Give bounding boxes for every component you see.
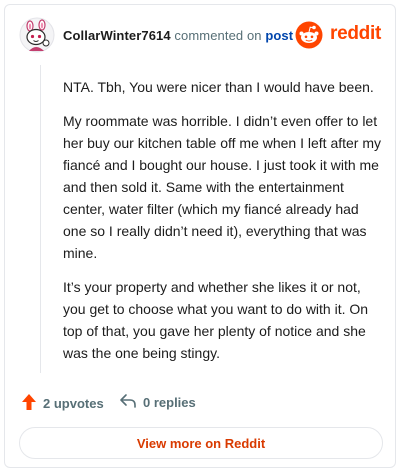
comment-header: CollarWinter7614 commented on post reddi (19, 17, 381, 57)
view-more-button[interactable]: View more on Reddit (19, 427, 383, 459)
comment-paragraph: My roommate was horrible. I didn’t even … (63, 113, 382, 261)
thread-line (40, 65, 41, 373)
reply-count: 0 replies (143, 395, 196, 410)
upvote-count: 2 upvotes (43, 396, 104, 411)
username-link[interactable]: CollarWinter7614 (63, 28, 171, 43)
embedded-comment-card: CollarWinter7614 commented on post reddi (4, 4, 396, 468)
comment-body: NTA. Tbh, You were nicer than I would ha… (63, 76, 381, 376)
comment-actions: 2 upvotes 0 replies (19, 393, 381, 415)
reddit-logo-icon (295, 21, 323, 49)
reddit-wordmark: reddit (330, 23, 381, 44)
comment-paragraph: NTA. Tbh, You were nicer than I would ha… (63, 79, 374, 95)
comment-meta: CollarWinter7614 commented on post (63, 28, 293, 43)
comment-paragraph: It’s your property and whether she likes… (63, 279, 369, 361)
reply-button[interactable]: 0 replies (119, 393, 196, 412)
upvote-button[interactable]: 2 upvotes (21, 393, 104, 414)
post-link[interactable]: post (265, 28, 293, 43)
snoo-avatar-icon[interactable] (19, 17, 55, 53)
reply-arrow-icon (119, 393, 137, 412)
action-text: commented on (174, 28, 262, 43)
upvote-arrow-icon (21, 393, 37, 414)
